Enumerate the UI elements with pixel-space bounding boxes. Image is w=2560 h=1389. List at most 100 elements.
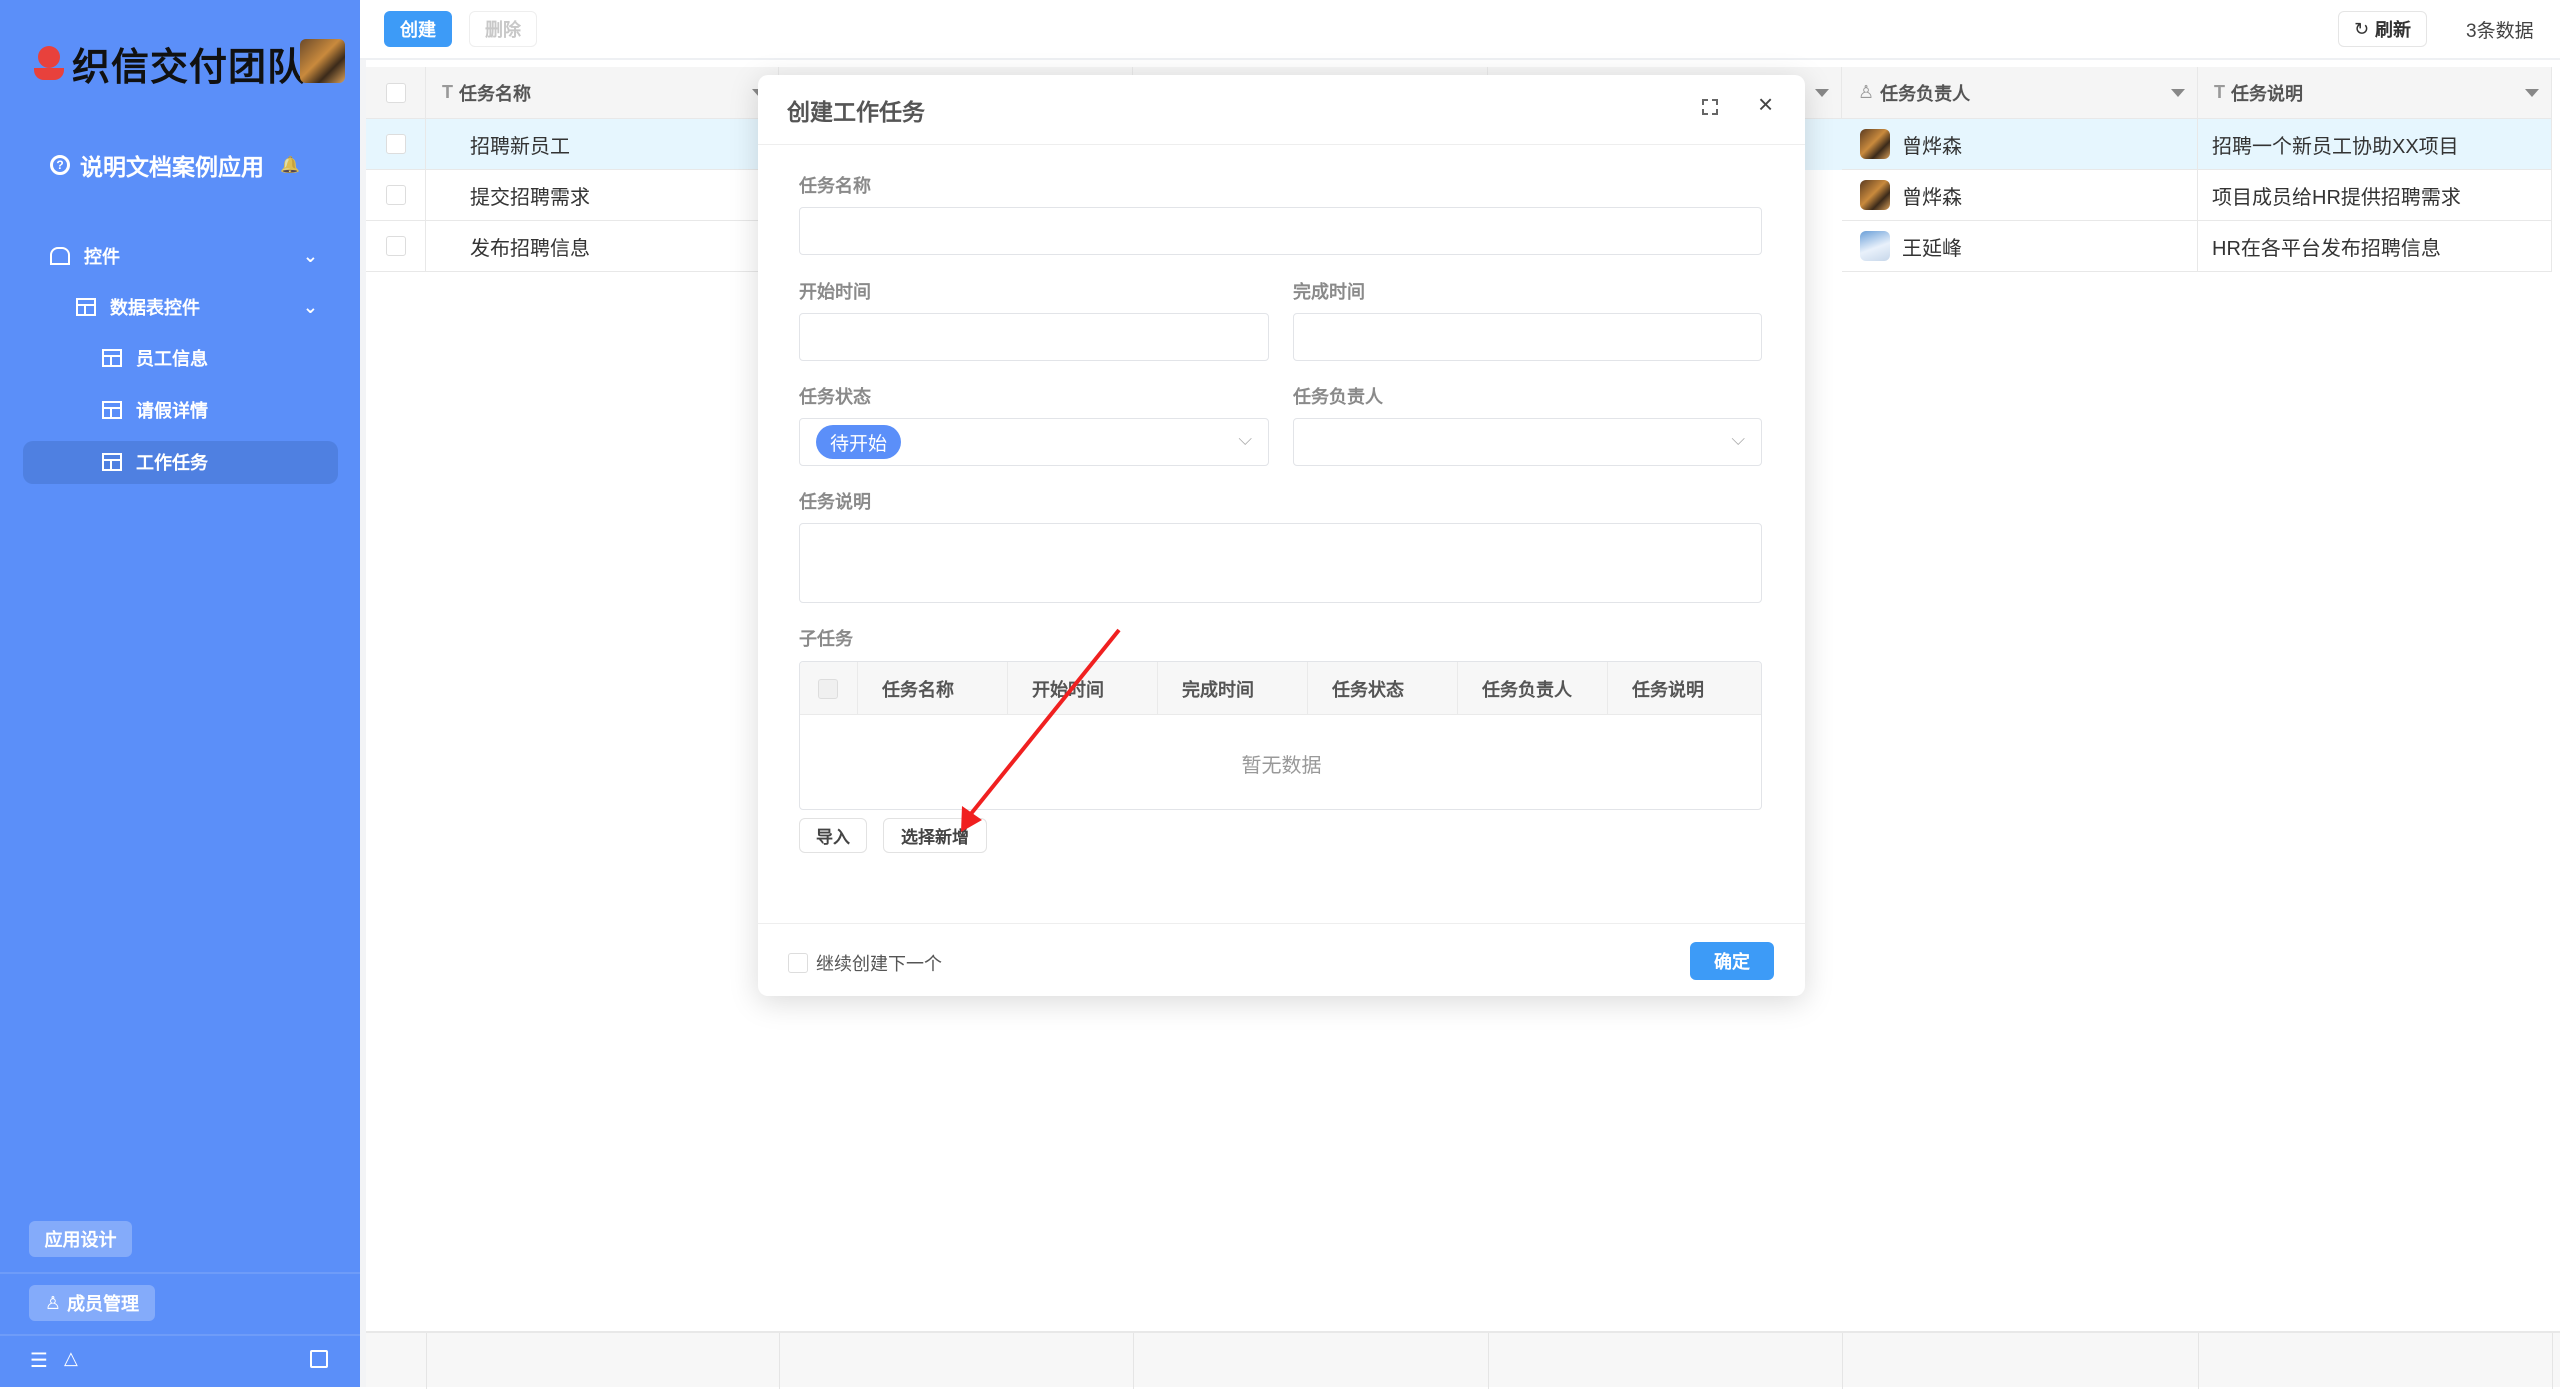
caret-down-icon[interactable]	[1815, 88, 1829, 97]
refresh-icon: ↻	[2353, 18, 2370, 39]
select-all-cell	[366, 67, 426, 119]
table-icon	[102, 453, 122, 471]
refresh-button[interactable]: ↻ 刷新	[2338, 11, 2427, 47]
empty-state: 暂无数据	[1241, 754, 1322, 777]
delete-button[interactable]: 删除	[469, 11, 537, 47]
header-task-owner[interactable]: ♙ 任务负责人	[1842, 67, 2198, 119]
subtask-table: 任务名称 开始时间 完成时间 任务状态 任务负责人 任务说明 暂无数据	[799, 661, 1762, 810]
cell-owner[interactable]: 曾烨森	[1842, 119, 2198, 170]
user-icon: ♙	[44, 1292, 62, 1313]
fullscreen-icon[interactable]	[1702, 99, 1718, 115]
subtask-col: 开始时间	[1008, 662, 1158, 715]
subtask-col: 任务负责人	[1458, 662, 1608, 715]
cell-owner[interactable]: 曾烨森	[1842, 170, 2198, 221]
label-end-time: 完成时间	[1293, 282, 1365, 302]
grid-footer	[366, 1331, 2560, 1389]
row-select-cell	[366, 170, 426, 221]
record-count: 3条数据	[2466, 21, 2534, 42]
close-icon[interactable]: ×	[1758, 89, 1773, 120]
header-task-name[interactable]: T 任务名称	[426, 67, 779, 119]
cell-task-name[interactable]: 提交招聘需求	[426, 170, 779, 221]
avatar	[1860, 231, 1890, 261]
header-task-desc[interactable]: T 任务说明	[2198, 67, 2552, 119]
home-icon	[50, 247, 70, 265]
user-avatar[interactable]	[300, 39, 345, 83]
text-type-icon: T	[2214, 82, 2225, 102]
create-task-dialog: 创建工作任务 × 任务名称 开始时间 完成时间 任务状态 待开始 ⌵ 任务负责人…	[758, 75, 1805, 996]
table-icon	[102, 349, 122, 367]
sidebar-item-table-controls[interactable]: 数据表控件 ⌄	[0, 286, 360, 328]
app-name: ? 说明文档案例应用 🔔	[50, 148, 300, 182]
sidebar-item-work-tasks[interactable]: 工作任务	[0, 441, 360, 483]
status-tag: 待开始	[816, 425, 902, 459]
chevron-down-icon: ⌵	[1731, 429, 1745, 449]
row-checkbox[interactable]	[385, 185, 406, 205]
app-design-button[interactable]: 应用设计	[29, 1221, 132, 1257]
help-icon[interactable]: ?	[50, 155, 70, 175]
avatar	[1860, 180, 1890, 210]
sidebar-item-employee-info[interactable]: 员工信息	[0, 337, 360, 379]
subtask-col: 任务名称	[858, 662, 1008, 715]
divider	[0, 1272, 360, 1274]
label-task-name: 任务名称	[799, 176, 871, 196]
select-add-button[interactable]: 选择新增	[883, 818, 987, 853]
caret-down-icon[interactable]	[2525, 88, 2539, 97]
label-description: 任务说明	[799, 492, 871, 512]
row-select-cell	[366, 221, 426, 272]
task-name-input[interactable]	[799, 207, 1762, 255]
logo: 织信交付团队	[34, 36, 306, 91]
description-textarea[interactable]	[799, 523, 1762, 603]
status-select[interactable]: 待开始 ⌵	[799, 418, 1269, 466]
cell-desc[interactable]: 项目成员给HR提供招聘需求	[2198, 170, 2552, 221]
row-checkbox[interactable]	[385, 134, 406, 154]
collapse-sidebar-icon[interactable]	[310, 1350, 328, 1368]
subtask-select-all	[800, 662, 858, 715]
divider	[0, 1334, 360, 1336]
bell-icon[interactable]: 🔔	[280, 155, 300, 175]
chevron-down-icon: ⌄	[302, 245, 318, 266]
label-status: 任务状态	[799, 387, 871, 407]
create-button[interactable]: 创建	[384, 11, 452, 47]
continue-checkbox[interactable]	[788, 953, 808, 973]
logo-icon	[34, 45, 64, 82]
import-button[interactable]: 导入	[799, 818, 867, 853]
caret-down-icon[interactable]	[2171, 88, 2185, 97]
sidebar: 织信交付团队 ? 说明文档案例应用 🔔 控件 ⌄ 数据表控件 ⌄ 员工信息 请假详情 工…	[0, 0, 360, 1387]
sidebar-item-leave-details[interactable]: 请假详情	[0, 389, 360, 431]
cell-owner[interactable]: 王延峰	[1842, 221, 2198, 272]
start-time-input[interactable]	[799, 313, 1269, 361]
divider	[758, 923, 1805, 924]
member-management-button[interactable]: ♙ 成员管理	[29, 1285, 155, 1321]
dialog-title: 创建工作任务	[787, 99, 925, 125]
chevron-down-icon: ⌄	[302, 296, 318, 317]
select-all-checkbox[interactable]	[385, 82, 406, 103]
subtask-col: 任务说明	[1632, 679, 1704, 700]
chevron-down-icon: ⌵	[1238, 429, 1252, 449]
row-checkbox[interactable]	[385, 236, 406, 256]
person-icon: ♙	[1858, 82, 1875, 102]
toolbar: 创建 删除 ↻ 刷新 3条数据	[360, 0, 2560, 60]
divider	[758, 144, 1805, 145]
label-subtasks: 子任务	[799, 629, 853, 649]
menu-icon[interactable]: ☰	[30, 1348, 48, 1373]
cell-task-name[interactable]: 招聘新员工	[426, 119, 779, 170]
label-owner: 任务负责人	[1293, 387, 1383, 407]
confirm-button[interactable]: 确定	[1690, 942, 1774, 980]
triangle-icon[interactable]: △	[64, 1348, 78, 1369]
label-start-time: 开始时间	[799, 282, 871, 302]
avatar	[1860, 129, 1890, 159]
table-icon	[102, 401, 122, 419]
end-time-input[interactable]	[1293, 313, 1762, 361]
continue-create-option[interactable]: 继续创建下一个	[788, 950, 942, 976]
owner-select[interactable]: ⌵	[1293, 418, 1762, 466]
cell-desc[interactable]: HR在各平台发布招聘信息	[2198, 221, 2552, 272]
text-type-icon: T	[442, 82, 453, 102]
checkbox[interactable]	[818, 678, 838, 699]
row-select-cell	[366, 119, 426, 170]
table-icon	[76, 298, 96, 316]
subtask-col: 完成时间	[1158, 662, 1308, 715]
cell-task-name[interactable]: 发布招聘信息	[426, 221, 779, 272]
cell-desc[interactable]: 招聘一个新员工协助XX项目	[2198, 119, 2552, 170]
subtask-col: 任务状态	[1308, 662, 1458, 715]
sidebar-item-controls[interactable]: 控件 ⌄	[0, 235, 360, 277]
